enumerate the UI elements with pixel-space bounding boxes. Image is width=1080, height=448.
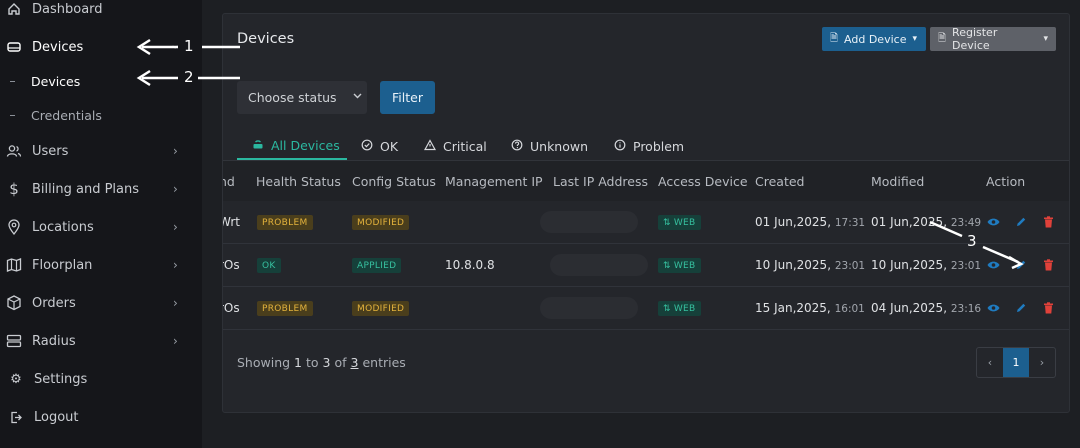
annotation-label-1: 1 bbox=[184, 37, 194, 55]
annotation-label-2: 2 bbox=[184, 68, 194, 86]
annotation-overlay bbox=[136, 38, 1024, 270]
annotation-label-3: 3 bbox=[967, 232, 977, 250]
